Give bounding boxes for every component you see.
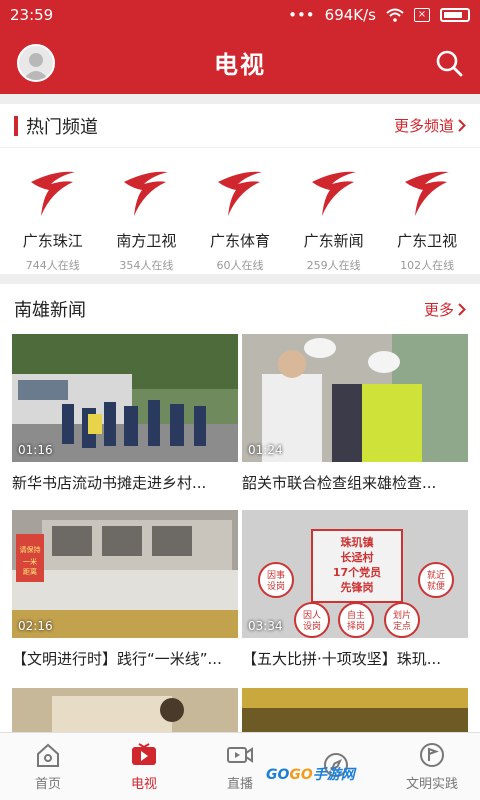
divider	[0, 94, 480, 104]
news-header: 南雄新闻 更多	[0, 287, 480, 331]
video-duration: 01:16	[18, 443, 53, 457]
channel-item[interactable]: 广东珠江 744人在线	[9, 160, 97, 272]
video-thumbnail: 01:16	[12, 334, 238, 462]
channel-item[interactable]: 广东卫视 102人在线	[383, 160, 471, 272]
hot-channels-title: 热门频道	[26, 116, 98, 138]
video-duration: 02:16	[18, 619, 53, 633]
status-time: 23:59	[10, 6, 54, 24]
home-icon	[37, 743, 59, 767]
channel-name: 南方卫视	[116, 232, 177, 250]
search-icon[interactable]	[434, 48, 464, 78]
tab-home[interactable]: 首页	[0, 733, 96, 800]
status-speed: 694K/s	[324, 6, 376, 24]
channel-list: 广东珠江 744人在线 南方卫视 354人在线 广东体育 60人在线 广东新闻 …	[0, 160, 480, 272]
app-bar: 电视	[0, 30, 480, 94]
svg-text:因事: 因事	[267, 569, 285, 581]
video-card[interactable]: 01:16 新华书店流动书摊走进乡村...	[12, 334, 238, 493]
channel-logo-icon	[30, 171, 75, 216]
channel-logo-icon	[124, 171, 169, 216]
more-news-link[interactable]: 更多	[424, 299, 466, 320]
svg-text:因人: 因人	[303, 610, 321, 621]
channel-item[interactable]: 广东新闻 259人在线	[290, 160, 378, 272]
video-title: 韶关市联合检查组来雄检查...	[242, 474, 437, 492]
watermark-logo: GOGO手游网	[266, 764, 355, 784]
video-title: 【五大比拼·十项攻坚】珠玑...	[242, 650, 442, 668]
battery-icon	[440, 8, 470, 22]
watermark-part: 手游网	[312, 767, 355, 783]
video-thumbnail: 01:24	[242, 334, 468, 462]
svg-text:划片: 划片	[393, 609, 411, 621]
channel-item[interactable]: 广东体育 60人在线	[196, 160, 284, 272]
svg-text:就便: 就便	[427, 580, 445, 592]
watermark-part: GO	[266, 767, 290, 783]
video-title: 新华书店流动书摊走进乡村...	[12, 474, 207, 492]
channel-logo-icon	[405, 171, 450, 216]
sim-off-icon: ×	[414, 8, 430, 22]
avatar[interactable]	[17, 44, 55, 82]
tv-play-icon	[132, 743, 156, 765]
video-duration: 03:34	[248, 619, 283, 633]
status-bar: 23:59 ••• 694K/s ×	[0, 0, 480, 30]
more-channels-link[interactable]: 更多频道	[394, 115, 466, 136]
channel-viewers: 259人在线	[306, 259, 361, 272]
channel-logo-icon	[217, 171, 262, 216]
svg-text:就近: 就近	[427, 569, 445, 581]
tab-label: 电视	[130, 777, 157, 792]
channel-viewers: 60人在线	[216, 259, 264, 272]
svg-text:择岗: 择岗	[347, 620, 365, 632]
video-card[interactable]: 珠玑镇 长迳村 17个党员 先锋岗 因事 设岗 就近 就便 因人 设岗 自主 择岗 划片…	[242, 510, 468, 669]
video-thumbnail-partial[interactable]	[242, 688, 468, 732]
svg-text:长迳村: 长迳村	[341, 550, 374, 564]
tab-label: 首页	[34, 777, 61, 792]
video-duration: 01:24	[248, 443, 283, 457]
svg-text:自主: 自主	[347, 609, 365, 621]
svg-text:定点: 定点	[393, 620, 411, 632]
svg-text:设岗: 设岗	[267, 581, 285, 592]
channel-name: 广东新闻	[303, 232, 364, 250]
user-silhouette-icon	[23, 53, 49, 80]
watermark-part: GO	[289, 767, 313, 783]
video-title: 【文明进行时】践行“一米线”...	[12, 650, 222, 668]
channel-logo-icon	[311, 171, 356, 216]
channel-name: 广东卫视	[397, 232, 458, 250]
channel-item[interactable]: 南方卫视 354人在线	[102, 160, 190, 272]
svg-text:17个党员: 17个党员	[333, 565, 381, 579]
flag-icon	[420, 743, 444, 767]
more-channels-label: 更多频道	[393, 117, 454, 135]
channel-viewers: 102人在线	[400, 259, 455, 272]
tab-tv[interactable]: 电视	[96, 733, 192, 800]
tab-civilization[interactable]: 文明实践	[384, 733, 480, 800]
video-thumbnail: 请保持 一米 距离 02:16	[12, 510, 238, 638]
chevron-right-icon	[458, 302, 466, 316]
tab-label: 文明实践	[405, 777, 458, 792]
svg-text:先锋岗: 先锋岗	[341, 580, 374, 594]
chevron-right-icon	[458, 119, 466, 132]
svg-text:设岗: 设岗	[303, 621, 321, 632]
video-card[interactable]: 请保持 一米 距离 02:16 【文明进行时】践行“一米线”...	[12, 510, 238, 669]
wifi-icon	[386, 8, 404, 22]
channel-viewers: 354人在线	[119, 259, 174, 272]
svg-text:一米: 一米	[23, 557, 37, 566]
video-camera-icon	[227, 747, 253, 763]
video-card[interactable]: 01:24 韶关市联合检查组来雄检查...	[242, 334, 468, 493]
channel-name: 广东体育	[209, 232, 270, 250]
channel-name: 广东珠江	[22, 232, 83, 250]
bottom-nav: 首页 电视 直播 文明实践	[0, 732, 480, 800]
page-title: 电视	[214, 50, 266, 79]
tab-label: 直播	[226, 777, 253, 792]
news-section-title: 南雄新闻	[14, 300, 86, 321]
svg-text:距离: 距离	[23, 567, 37, 576]
divider	[0, 274, 480, 284]
video-thumbnail-partial[interactable]	[12, 688, 238, 732]
svg-text:请保持: 请保持	[20, 545, 41, 554]
video-thumbnail: 珠玑镇 长迳村 17个党员 先锋岗 因事 设岗 就近 就便 因人 设岗 自主 择岗 划片…	[242, 510, 468, 638]
section-accent-bar	[14, 115, 18, 136]
svg-text:珠玑镇: 珠玑镇	[341, 535, 374, 549]
more-news-label: 更多	[423, 300, 454, 319]
channel-viewers: 744人在线	[25, 259, 80, 272]
hot-channels-header: 热门频道 更多频道	[0, 104, 480, 148]
status-more-icon: •••	[288, 6, 315, 24]
